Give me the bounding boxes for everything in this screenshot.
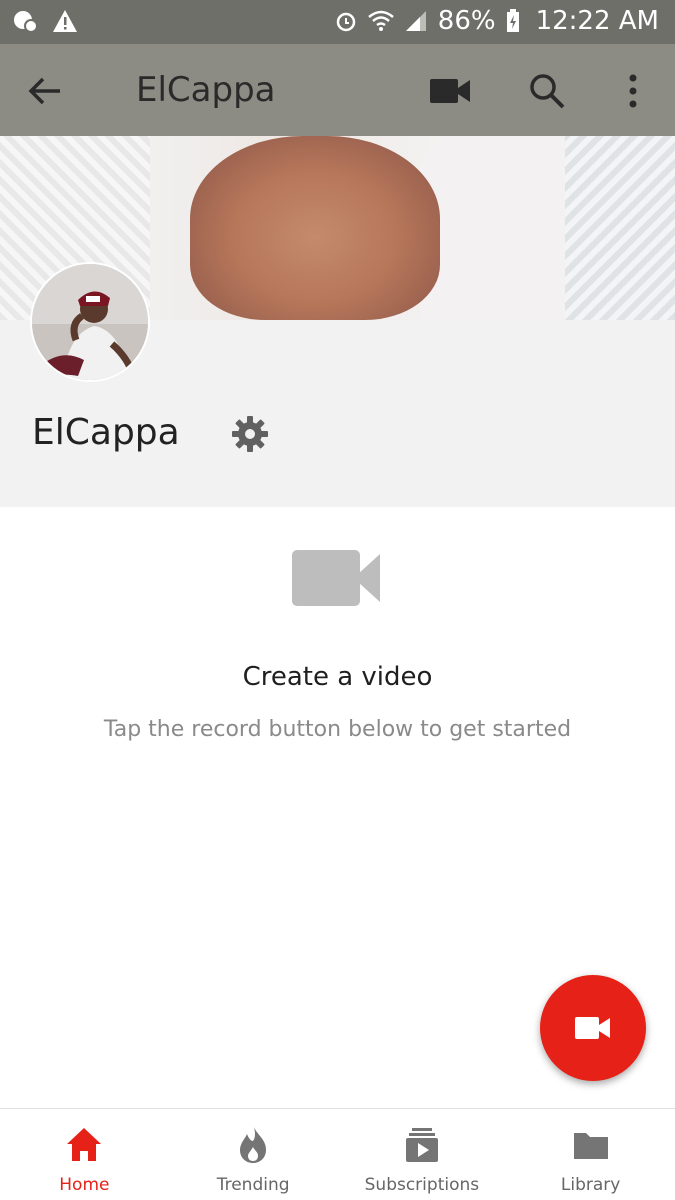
banner-baby-face xyxy=(190,136,440,320)
app-bar-title: ElCappa xyxy=(136,70,276,110)
battery-charging-icon xyxy=(506,9,519,32)
empty-state-title: Create a video xyxy=(242,662,433,692)
video-camera-icon xyxy=(430,79,470,103)
banner-blanket-right xyxy=(565,136,675,320)
app-bar: ElCappa xyxy=(0,44,675,136)
more-vert-icon xyxy=(629,74,637,108)
empty-state-subtitle: Tap the record button below to get start… xyxy=(103,717,572,742)
avatar-photo xyxy=(32,264,148,380)
channel-settings-button[interactable] xyxy=(230,414,270,454)
signal-icon xyxy=(405,11,426,31)
nav-label-trending: Trending xyxy=(216,1175,290,1195)
folder-icon xyxy=(573,1133,608,1159)
bottom-navigation: Home Trending Subscriptions Library xyxy=(0,1108,675,1200)
more-options-button[interactable] xyxy=(618,70,648,112)
warning-icon xyxy=(53,10,77,32)
nav-label-subscriptions: Subscriptions xyxy=(364,1175,480,1195)
nav-label-home: Home xyxy=(59,1175,110,1195)
alarm-icon xyxy=(336,12,356,32)
nav-item-home[interactable]: Home xyxy=(0,1109,169,1200)
nav-item-trending[interactable]: Trending xyxy=(169,1109,338,1200)
nav-item-subscriptions[interactable]: Subscriptions xyxy=(338,1109,507,1200)
status-bar: 86% 12:22 AM xyxy=(0,0,675,44)
wifi-icon xyxy=(367,10,394,31)
chat-bubble-icon xyxy=(14,11,38,33)
video-camera-icon xyxy=(575,1017,610,1039)
channel-name: ElCappa xyxy=(32,412,180,453)
record-video-fab[interactable] xyxy=(540,975,646,1081)
subscriptions-icon xyxy=(405,1128,438,1162)
back-arrow-icon xyxy=(28,77,60,105)
video-camera-icon xyxy=(292,550,380,606)
status-time: 12:22 AM xyxy=(535,6,659,36)
nav-item-library[interactable]: Library xyxy=(506,1109,675,1200)
status-left-icons xyxy=(12,8,78,34)
search-icon xyxy=(530,74,565,109)
gear-icon xyxy=(232,416,268,452)
back-button[interactable] xyxy=(24,70,66,112)
search-button[interactable] xyxy=(526,70,568,112)
nav-label-library: Library xyxy=(560,1175,621,1195)
status-right: 86% 12:22 AM xyxy=(334,6,659,36)
battery-percent: 86% xyxy=(437,6,496,36)
avatar[interactable] xyxy=(30,262,150,382)
upload-video-button[interactable] xyxy=(428,74,472,108)
home-icon xyxy=(67,1128,102,1161)
flame-icon xyxy=(240,1127,267,1163)
